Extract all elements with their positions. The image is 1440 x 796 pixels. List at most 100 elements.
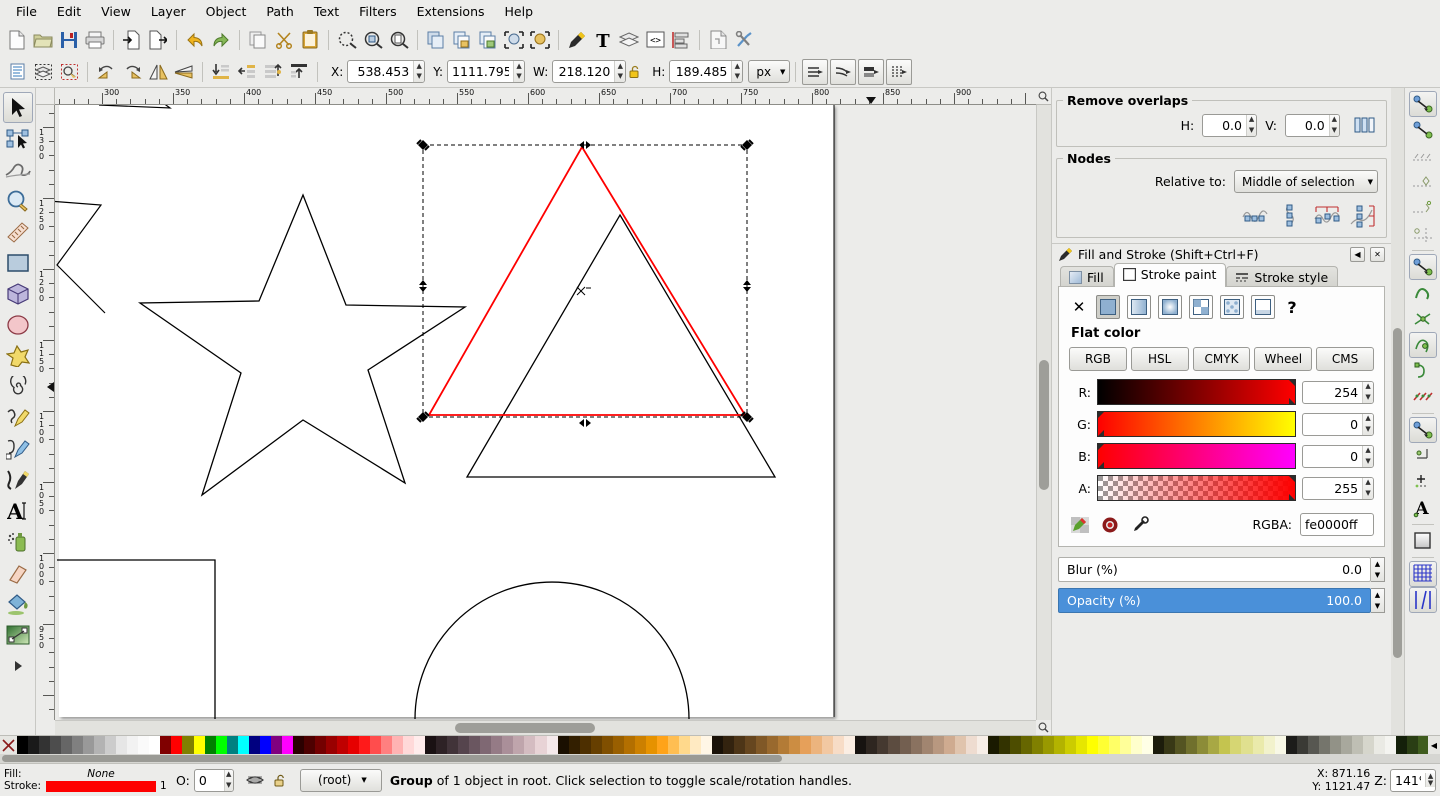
lower-to-bottom-button[interactable] [208,59,234,85]
palette-swatch[interactable] [303,736,315,754]
clone-button[interactable] [501,27,527,53]
palette-swatch[interactable] [888,736,900,754]
palette-swatch[interactable] [1076,736,1088,754]
palette-swatch[interactable] [932,736,944,754]
document-properties-button[interactable] [705,27,731,53]
channel-g-input[interactable] [1303,413,1363,435]
palette-swatch[interactable] [403,736,415,754]
selector-tool[interactable] [2,92,33,123]
palette-swatch[interactable] [61,736,73,754]
w-field[interactable]: ▲▼ [552,60,627,83]
y-field[interactable]: ▲▼ [447,60,526,83]
palette-swatch[interactable] [127,736,139,754]
palette-swatch[interactable] [1340,736,1352,754]
enable-snapping-button[interactable] [1408,91,1437,117]
palette-swatch[interactable] [1020,736,1032,754]
paste-button[interactable] [297,27,323,53]
palette-swatches[interactable] [17,736,1429,754]
channel-g-field[interactable]: ▲▼ [1302,412,1374,436]
menu-item-view[interactable]: View [91,2,141,22]
affect-stroke-width-button[interactable] [802,58,829,85]
duplicate-button[interactable] [423,27,449,53]
ellipse-tool[interactable] [3,309,33,340]
menu-item-file[interactable]: File [6,2,47,22]
palette-swatch[interactable] [1109,736,1121,754]
vertical-scroll-thumb[interactable] [1039,360,1049,490]
palette-swatch[interactable] [1285,736,1297,754]
ungroup-button[interactable] [475,27,501,53]
eyedropper-icon[interactable] [1129,515,1151,535]
palette-swatch[interactable] [1384,736,1396,754]
overlap-h-stepper[interactable]: ▲ ▼ [1245,114,1257,136]
palette-swatch[interactable] [877,736,889,754]
snap-guides-button[interactable] [1408,587,1437,613]
palette-swatch[interactable] [392,736,404,754]
paint-radial-gradient-button[interactable] [1158,295,1182,319]
overlap-h-input[interactable] [1203,114,1246,136]
palette-swatch[interactable] [711,736,723,754]
horizontal-scroll-thumb[interactable] [455,723,595,733]
palette-swatch[interactable] [943,736,955,754]
channel-r-slider[interactable] [1097,379,1296,405]
palette-swatch[interactable] [381,736,393,754]
palette-swatch[interactable] [822,736,834,754]
xml-editor-button[interactable]: <> [642,27,668,53]
palette-scroll-thumb[interactable] [2,755,782,762]
horizontal-ruler[interactable]: 300 350 400 450 500 550 600 650 700 750 800 850 900 [55,88,1036,105]
palette-swatch[interactable] [1241,736,1253,754]
snap-nodes-paths-button[interactable] [1408,254,1437,280]
palette-swatch[interactable] [645,736,657,754]
palette-swatch[interactable] [1053,736,1065,754]
select-all-button[interactable] [4,59,30,85]
palette-swatch[interactable] [347,736,359,754]
paint-unknown-button[interactable] [1251,295,1275,319]
palette-swatch[interactable] [72,736,84,754]
gradient-tool[interactable] [3,619,33,650]
paint-flat-color-button[interactable] [1096,295,1120,319]
palette-swatch[interactable] [656,736,668,754]
paint-bucket-tool[interactable] [3,588,33,619]
palette-swatch[interactable] [910,736,922,754]
palette-swatch[interactable] [149,736,161,754]
opacity-stepper[interactable]: ▲ ▼ [1371,588,1385,613]
palette-swatch[interactable] [778,736,790,754]
snap-object-centers-button[interactable] [1409,443,1437,469]
palette-swatch[interactable] [921,736,933,754]
flip-horizontal-button[interactable] [145,59,171,85]
last-selected-color-icon[interactable] [1099,515,1121,535]
w-stepper[interactable]: ▲ ▼ [614,61,626,82]
canvas-horizontal-scrollbar[interactable] [55,720,1036,735]
group-button[interactable] [449,27,475,53]
palette-swatch[interactable] [579,736,591,754]
align-nodes-horizontally-button[interactable] [1240,203,1270,229]
palette-swatch[interactable] [833,736,845,754]
copy-button[interactable] [245,27,271,53]
snap-bounding-boxes-button[interactable] [1409,117,1437,143]
palette-swatch[interactable] [800,736,812,754]
tweak-tool[interactable] [3,154,33,185]
tab-stroke-paint[interactable]: Stroke paint [1113,263,1227,287]
channel-a-slider[interactable] [1097,475,1296,501]
menu-item-text[interactable]: Text [304,2,349,22]
rgba-input[interactable] [1301,514,1373,535]
palette-swatch[interactable] [767,736,779,754]
channel-b-stepper[interactable]: ▲ ▼ [1362,445,1373,467]
stroke-color-swatch[interactable] [46,780,156,792]
palette-swatch[interactable] [28,736,40,754]
layer-select[interactable]: (root) ▼ [299,768,382,792]
channel-b-field[interactable]: ▲▼ [1302,444,1374,468]
snap-grids-button[interactable] [1408,561,1437,587]
fill-stroke-indicator[interactable]: Fill: None Stroke: 1 [4,768,168,792]
channel-b-slider[interactable] [1097,443,1296,469]
snap-others-button[interactable] [1408,417,1437,443]
palette-swatch[interactable] [182,736,194,754]
palette-swatch[interactable] [689,736,701,754]
rgba-field[interactable] [1300,513,1374,536]
snap-to-cusp-nodes-button[interactable] [1408,332,1437,358]
palette-swatch[interactable] [447,736,459,754]
lock-open-icon[interactable] [626,59,644,85]
palette-swatch[interactable] [1031,736,1043,754]
opacity-slider[interactable]: Opacity (%) 100.0 [1058,588,1371,613]
object-opacity-input[interactable] [194,769,224,791]
palette-swatch[interactable] [1009,736,1021,754]
